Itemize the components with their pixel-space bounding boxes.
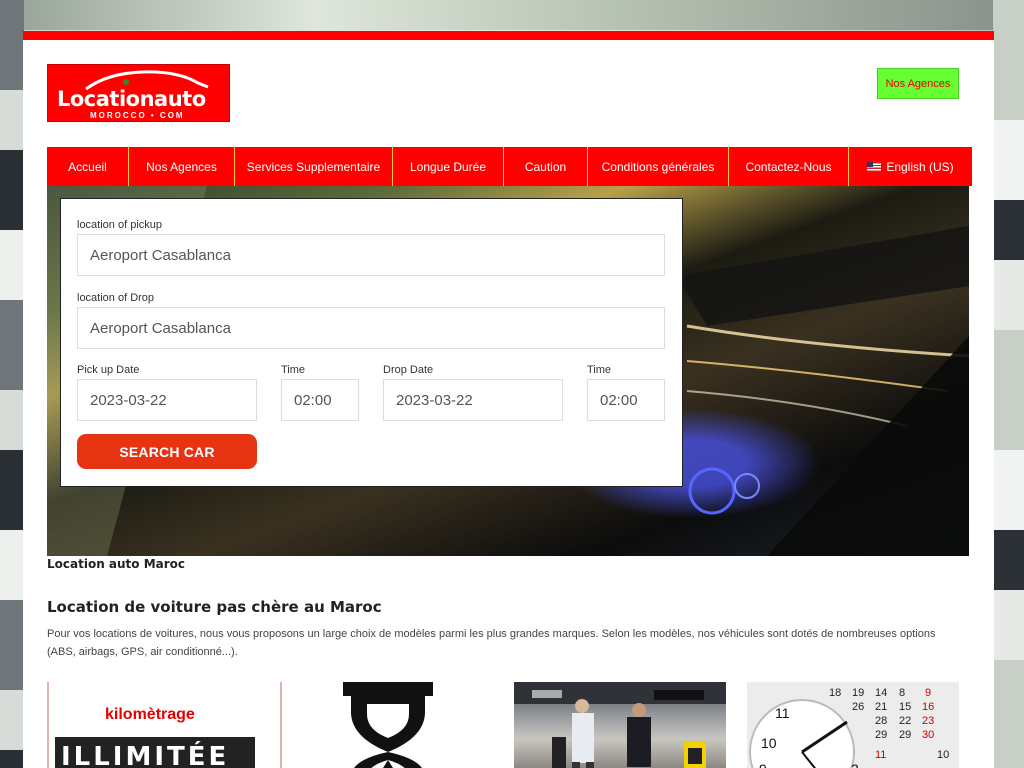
nav-item-language[interactable]: English (US): [849, 147, 972, 186]
mileage-label: kilomètrage: [105, 706, 195, 723]
logo-text: Locationauto: [57, 87, 206, 111]
search-car-button[interactable]: SEARCH CAR: [77, 434, 257, 469]
svg-text:9: 9: [759, 761, 767, 768]
svg-text:19: 19: [852, 687, 864, 699]
unlimited-mileage-tile[interactable]: kilomètrage ILLIMITÉE: [47, 682, 282, 768]
svg-text:29: 29: [899, 729, 911, 741]
nav-item-caution[interactable]: Caution: [504, 147, 588, 186]
pickup-time-value: 02:00: [294, 391, 332, 409]
nav-label: Nos Agences: [146, 159, 217, 174]
pickup-location-value: Aeroport Casablanca: [90, 246, 231, 264]
calendar-clock-tile[interactable]: 18 19 14 8 9 26 21 15 16 28 22 23 29 29 30 10 9 11 3 1…: [747, 682, 959, 768]
svg-text:26: 26: [852, 701, 864, 713]
svg-text:28: 28: [875, 715, 887, 727]
drop-date-value: 2023-03-22: [396, 391, 473, 409]
nav-label: English (US): [886, 159, 954, 174]
nav-label: Caution: [524, 159, 567, 174]
main-nav: Accueil Nos Agences Services Supplementa…: [47, 147, 972, 186]
calendar-clock-icon: 18 19 14 8 9 26 21 15 16 28 22 23 29 29 30 10 9 11 3 1…: [747, 682, 959, 768]
drop-time-label: Time: [587, 364, 612, 376]
drop-location-value: Aeroport Casablanca: [90, 319, 231, 337]
drop-location-field[interactable]: Aeroport Casablanca: [77, 307, 665, 349]
svg-text:15: 15: [899, 701, 911, 713]
svg-text:14: 14: [875, 687, 887, 699]
nav-item-accueil[interactable]: Accueil: [47, 147, 129, 186]
nav-item-nos-agences[interactable]: Nos Agences: [129, 147, 235, 186]
svg-text:16: 16: [922, 701, 934, 713]
logo-subtext: MOROCCO • COM: [90, 111, 185, 120]
background-left: [0, 0, 24, 768]
drop-time-value: 02:00: [600, 391, 638, 409]
nav-item-contact[interactable]: Contactez-Nous: [729, 147, 849, 186]
pickup-time-field[interactable]: 02:00: [281, 379, 359, 421]
svg-text:8: 8: [899, 687, 905, 699]
nav-item-longue-duree[interactable]: Longue Durée: [393, 147, 504, 186]
svg-text:10: 10: [761, 735, 777, 751]
nav-label: Conditions générales: [601, 159, 715, 174]
drop-date-field[interactable]: 2023-03-22: [383, 379, 563, 421]
pickup-location-field[interactable]: Aeroport Casablanca: [77, 234, 665, 276]
svg-text:10: 10: [937, 749, 949, 761]
svg-text:30: 30: [922, 729, 934, 741]
hourglass-icon: [343, 682, 433, 768]
airport-photo: [514, 682, 726, 768]
svg-text:11: 11: [775, 705, 790, 721]
svg-text:11: 11: [875, 749, 886, 761]
airport-agency-tile[interactable]: [514, 682, 726, 768]
nav-label: Accueil: [68, 159, 107, 174]
page-container: Locationauto MOROCCO • COM Nos Agences A…: [23, 31, 994, 768]
nav-label: Services Supplementaire: [246, 159, 381, 174]
svg-text:21: 21: [875, 701, 887, 713]
background-right: [993, 0, 1024, 768]
pickup-date-field[interactable]: 2023-03-22: [77, 379, 257, 421]
pickup-date-label: Pick up Date: [77, 364, 140, 376]
svg-text:22: 22: [899, 715, 911, 727]
drop-time-field[interactable]: 02:00: [587, 379, 665, 421]
background-top: [24, 0, 993, 30]
site-logo[interactable]: Locationauto MOROCCO • COM: [47, 64, 230, 122]
nav-label: Longue Durée: [409, 159, 487, 174]
svg-text:9: 9: [925, 687, 931, 699]
svg-text:29: 29: [875, 729, 887, 741]
search-form: location of pickup Aeroport Casablanca l…: [60, 198, 683, 487]
svg-text:23: 23: [922, 715, 934, 727]
pickup-time-label: Time: [281, 364, 306, 376]
nav-item-services[interactable]: Services Supplementaire: [235, 147, 393, 186]
drop-date-label: Drop Date: [383, 364, 434, 376]
nos-agences-button[interactable]: Nos Agences: [877, 68, 959, 99]
pickup-date-value: 2023-03-22: [90, 391, 167, 409]
nav-label: Contactez-Nous: [745, 159, 832, 174]
drop-location-label: location of Drop: [77, 292, 155, 304]
intro-paragraph: Pour vos locations de voitures, nous vou…: [47, 628, 936, 658]
hourglass-tile[interactable]: [323, 682, 453, 768]
unlimited-label: ILLIMITÉE: [55, 737, 255, 768]
hero-caption: Location auto Maroc: [47, 557, 186, 571]
svg-text:18: 18: [829, 687, 841, 699]
nav-item-conditions[interactable]: Conditions générales: [588, 147, 729, 186]
pickup-location-label: location of pickup: [77, 219, 162, 231]
svg-text:3: 3: [851, 761, 859, 768]
section-heading: Location de voiture pas chère au Maroc: [47, 598, 382, 616]
us-flag-icon: [867, 161, 882, 172]
